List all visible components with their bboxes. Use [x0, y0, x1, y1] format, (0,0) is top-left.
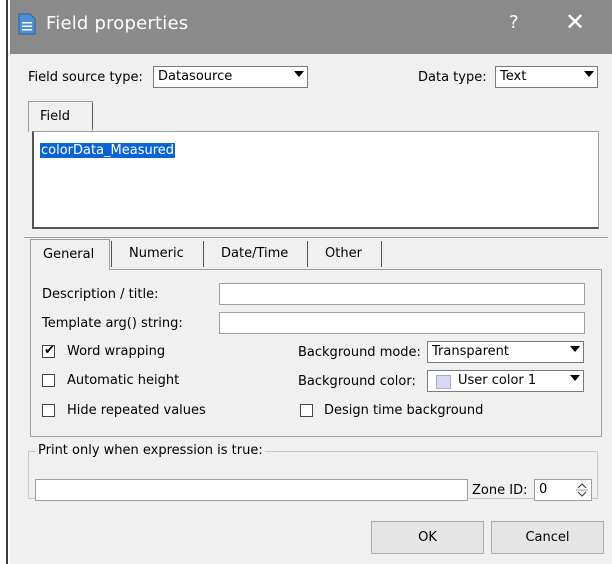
cancel-button[interactable]: Cancel	[491, 521, 604, 554]
ok-button[interactable]: OK	[371, 521, 484, 554]
background-mode-value: Transparent	[432, 344, 509, 359]
chevron-down-icon	[570, 375, 580, 381]
print-expression-field[interactable]	[35, 479, 468, 501]
tab-divider	[92, 103, 93, 129]
description-field[interactable]	[219, 283, 585, 305]
tab-divider	[203, 241, 204, 267]
close-button[interactable]: ✕	[565, 8, 585, 36]
chevron-down-icon	[584, 71, 594, 77]
background-color-label: Background color:	[298, 374, 416, 389]
template-arg-field[interactable]	[219, 312, 585, 334]
background-mode-select[interactable]: Transparent	[427, 341, 584, 363]
field-source-type-value: Datasource	[158, 69, 233, 84]
field-source-type-select[interactable]: Datasource	[153, 66, 308, 88]
design-time-bg-checkbox[interactable]	[300, 404, 313, 417]
tab-divider	[381, 241, 382, 267]
automatic-height-label: Automatic height	[67, 373, 180, 388]
tab-other[interactable]: Other	[325, 246, 362, 261]
checkmark-icon: ✔	[44, 343, 55, 358]
zone-id-value: 0	[539, 482, 548, 497]
word-wrapping-checkbox[interactable]: ✔	[42, 343, 55, 358]
data-type-select[interactable]: Text	[495, 66, 598, 88]
background-window-edge	[0, 0, 10, 564]
tab-field-label: Field	[40, 109, 71, 124]
tab-field[interactable]: Field	[28, 101, 93, 132]
hide-repeated-label: Hide repeated values	[67, 403, 206, 418]
background-mode-label: Background mode:	[298, 345, 421, 360]
zone-id-spinner[interactable]: 0	[534, 479, 592, 501]
tab-datetime[interactable]: Date/Time	[221, 246, 288, 261]
tab-divider	[307, 241, 308, 267]
tab-general-label: General	[43, 247, 95, 262]
field-expression-box[interactable]: colorData_Measured	[32, 131, 599, 229]
help-button[interactable]: ?	[509, 12, 519, 33]
field-expression-text: colorData_Measured	[40, 143, 176, 158]
design-time-bg-label: Design time background	[324, 403, 484, 418]
tab-join	[31, 269, 109, 271]
template-arg-label: Template arg() string:	[42, 316, 183, 331]
window-title: Field properties	[46, 13, 189, 34]
word-wrapping-label: Word wrapping	[67, 344, 166, 359]
description-label: Description / title:	[42, 287, 159, 302]
tab-general[interactable]: General	[30, 239, 110, 270]
tab-divider	[111, 241, 112, 267]
spin-arrows-icon[interactable]	[575, 481, 589, 499]
data-type-label: Data type:	[418, 70, 487, 85]
tab-numeric[interactable]: Numeric	[129, 246, 184, 261]
background-color-select[interactable]: User color 1	[427, 370, 584, 392]
chevron-down-icon	[294, 71, 304, 77]
divider	[24, 237, 608, 238]
field-source-type-label: Field source type:	[28, 70, 143, 85]
print-condition-title: Print only when expression is true:	[36, 443, 265, 458]
hide-repeated-checkbox[interactable]	[42, 404, 55, 417]
automatic-height-checkbox[interactable]	[42, 374, 55, 387]
chevron-down-icon	[570, 346, 580, 352]
data-type-value: Text	[500, 69, 527, 84]
color-swatch	[436, 375, 451, 389]
document-icon	[18, 13, 36, 35]
background-color-value: User color 1	[458, 373, 537, 388]
zone-id-label: Zone ID:	[472, 483, 528, 498]
